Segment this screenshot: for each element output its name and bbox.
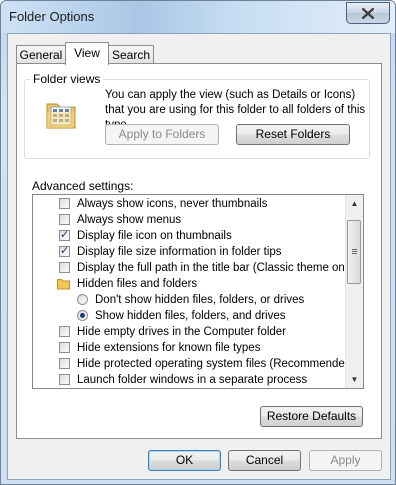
list-item-label: Hide protected operating system files (R… <box>77 358 356 370</box>
list-item-label: Display the full path in the title bar (… <box>77 262 357 274</box>
list-item-label: Hide empty drives in the Computer folder <box>77 326 287 338</box>
folder-views-heading: Folder views <box>30 72 104 86</box>
list-item-label: Hide extensions for known file types <box>77 342 261 354</box>
checkbox[interactable] <box>59 342 70 353</box>
tab-view[interactable]: View <box>65 42 109 65</box>
advanced-settings-list[interactable]: Always show icons, never thumbnails Alwa… <box>32 194 364 389</box>
list-item-label: Hidden files and folders <box>77 278 198 290</box>
cancel-button[interactable]: Cancel <box>228 450 301 471</box>
tab-search[interactable]: Search <box>108 45 154 63</box>
close-icon <box>362 7 374 19</box>
checkbox[interactable] <box>59 358 70 369</box>
checkbox[interactable] <box>59 374 70 385</box>
ok-button[interactable]: OK <box>148 450 221 471</box>
radio-button-selected[interactable] <box>77 310 88 321</box>
list-item-label: Show hidden files, folders, and drives <box>95 310 286 322</box>
list-item-label: Display file size information in folder … <box>77 246 282 258</box>
apply-button[interactable]: Apply <box>309 450 382 471</box>
checkbox[interactable] <box>59 326 70 337</box>
folder-options-window: Folder Options General View Search Folde… <box>0 0 396 485</box>
checkbox[interactable] <box>59 198 70 209</box>
restore-defaults-button[interactable]: Restore Defaults <box>260 406 363 427</box>
list-item-label: Launch folder windows in a separate proc… <box>77 374 308 386</box>
checkbox[interactable] <box>59 262 70 273</box>
checkbox-checked[interactable]: ✓ <box>59 230 70 241</box>
reset-folders-button[interactable]: Reset Folders <box>236 124 350 145</box>
radio-button[interactable] <box>77 294 88 305</box>
title-bar[interactable]: Folder Options <box>1 1 395 33</box>
checkbox[interactable] <box>59 214 70 225</box>
list-item-label: Display file icon on thumbnails <box>77 230 232 242</box>
scroll-up-arrow-icon[interactable]: ▲ <box>346 195 363 212</box>
tab-general[interactable]: General <box>16 45 66 63</box>
advanced-settings-heading: Advanced settings: <box>32 179 134 193</box>
dialog-body: General View Search Folder views You can… <box>7 33 391 480</box>
list-item-label: Always show menus <box>77 214 182 226</box>
vertical-scrollbar[interactable]: ▲ ▼ <box>345 195 363 388</box>
apply-to-folders-button[interactable]: Apply to Folders <box>105 124 219 145</box>
window-title: Folder Options <box>9 9 95 24</box>
list-item-label: Don't show hidden files, folders, or dri… <box>95 294 305 306</box>
scrollbar-thumb[interactable] <box>347 220 361 284</box>
list-item-label: Always show icons, never thumbnails <box>77 198 268 210</box>
folder-icon <box>57 279 70 290</box>
scroll-down-arrow-icon[interactable]: ▼ <box>346 371 363 388</box>
checkbox-checked[interactable]: ✓ <box>59 246 70 257</box>
folder-view-icon <box>46 103 76 129</box>
close-button[interactable] <box>346 2 390 24</box>
